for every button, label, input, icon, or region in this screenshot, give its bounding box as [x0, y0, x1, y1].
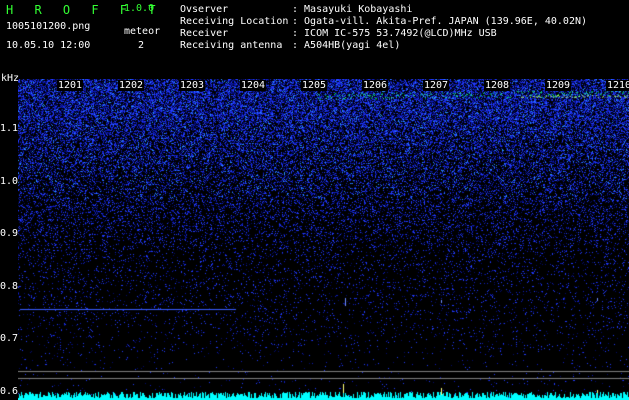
y-axis-unit: kHz: [1, 73, 20, 84]
time-tick-label: 1206: [362, 80, 389, 91]
receiver-label: Receiver: [180, 28, 229, 39]
y-tick-label: 0.8: [0, 280, 19, 292]
image-filename: 1005101200.png: [6, 21, 91, 32]
location-value: : Ogata-vill. Akita-Pref. JAPAN (139.96E…: [292, 16, 588, 27]
hroft-spectrogram-window: H R O F F T 1.0.0 1005101200.png 10.05.1…: [0, 0, 629, 400]
spectrogram-canvas: [18, 79, 629, 400]
time-tick-label: 1204: [240, 80, 267, 91]
y-tick-label: 0.9: [0, 228, 19, 240]
time-tick-label: 1205: [301, 80, 328, 91]
time-tick-label: 1201: [57, 80, 84, 91]
antenna-value: : A504HB(yagi 4el): [292, 40, 401, 51]
receiver-value: : ICOM IC-575 53.7492(@LCD)MHz USB: [292, 28, 497, 39]
y-tick-label: 1.0: [0, 175, 19, 187]
location-label: Receiving Location: [180, 16, 289, 27]
meteor-label: meteor: [124, 26, 161, 37]
y-tick-label: 0.7: [0, 333, 19, 345]
antenna-label: Receiving antenna: [180, 40, 283, 51]
time-tick-label: 1202: [118, 80, 145, 91]
meteor-count: 2: [138, 40, 145, 51]
observer-value: : Masayuki Kobayashi: [292, 4, 413, 15]
time-tick-label: 1210: [606, 80, 629, 91]
time-tick-label: 1203: [179, 80, 206, 91]
capture-datetime: 10.05.10 12:00: [6, 40, 91, 51]
time-tick-label: 1208: [484, 80, 511, 91]
time-tick-label: 1207: [423, 80, 450, 91]
app-version: 1.0.0: [124, 3, 155, 14]
time-tick-label: 1209: [545, 80, 572, 91]
y-tick-label: 1.1: [0, 122, 19, 134]
y-tick-label: 0.6: [0, 386, 19, 398]
observer-label: Ovserver: [180, 4, 229, 15]
